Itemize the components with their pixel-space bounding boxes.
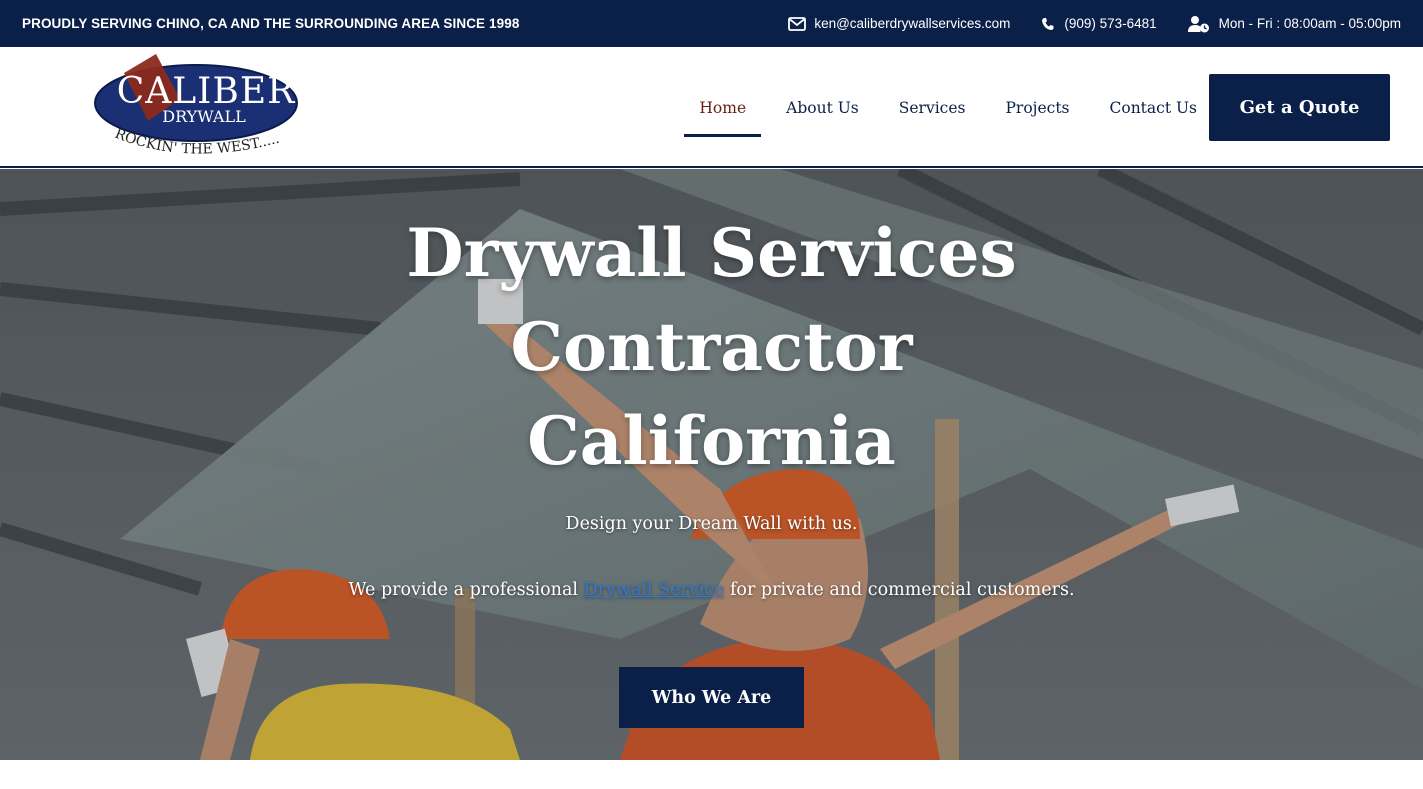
contact-info: ken@caliberdrywallservices.com (909) 573… xyxy=(758,15,1401,33)
phone-text: (909) 573-6481 xyxy=(1064,16,1157,31)
logo-word-drywall: DRYWALL xyxy=(162,107,246,126)
nav-services[interactable]: Services xyxy=(899,93,966,123)
phone-link[interactable]: (909) 573-6481 xyxy=(1040,16,1157,32)
email-link[interactable]: ken@caliberdrywallservices.com xyxy=(788,16,1010,31)
user-clock-icon xyxy=(1187,15,1209,32)
service-area-tagline: PROUDLY SERVING CHINO, CA AND THE SURROU… xyxy=(22,16,520,31)
nav-home[interactable]: Home xyxy=(684,93,761,137)
hero-section: Drywall Services Contractor California D… xyxy=(0,169,1423,760)
hero-title: Drywall Services Contractor California xyxy=(0,206,1423,488)
hero-title-line-1: Drywall Services xyxy=(406,214,1017,292)
drywall-service-link[interactable]: Drywall Service xyxy=(584,580,725,600)
hours-text: Mon - Fri : 08:00am - 05:00pm xyxy=(1218,16,1401,31)
get-a-quote-button[interactable]: Get a Quote xyxy=(1209,74,1390,141)
phone-icon xyxy=(1042,17,1054,30)
nav-projects[interactable]: Projects xyxy=(1005,93,1069,123)
hero-content: Drywall Services Contractor California D… xyxy=(0,169,1423,600)
nav-contact-us[interactable]: Contact Us xyxy=(1110,93,1198,123)
hero-description-tail: for private and commercial customers. xyxy=(724,580,1075,600)
site-header: CALIBER DRYWALL ROCKIN' THE WEST..... Ho… xyxy=(0,47,1423,168)
email-text: ken@caliberdrywallservices.com xyxy=(814,16,1011,31)
nav-about-us[interactable]: About Us xyxy=(786,93,859,123)
main-navigation: Home About Us Services Projects Contact … xyxy=(659,47,1197,168)
who-we-are-button[interactable]: Who We Are xyxy=(619,667,804,728)
business-hours: Mon - Fri : 08:00am - 05:00pm xyxy=(1187,15,1401,33)
hero-title-line-2: Contractor xyxy=(510,308,913,386)
caliber-drywall-logo[interactable]: CALIBER DRYWALL ROCKIN' THE WEST..... xyxy=(92,51,304,167)
hero-subtitle: Design your Dream Wall with us. xyxy=(565,514,858,534)
logo-word-caliber: CALIBER xyxy=(117,71,296,112)
envelope-icon xyxy=(788,16,807,31)
hero-description: We provide a professional Drywall Servic… xyxy=(0,580,1423,600)
top-info-bar: PROUDLY SERVING CHINO, CA AND THE SURROU… xyxy=(0,0,1423,47)
hero-title-line-3: California xyxy=(527,402,896,480)
hero-description-lead: We provide a professional xyxy=(348,580,584,600)
